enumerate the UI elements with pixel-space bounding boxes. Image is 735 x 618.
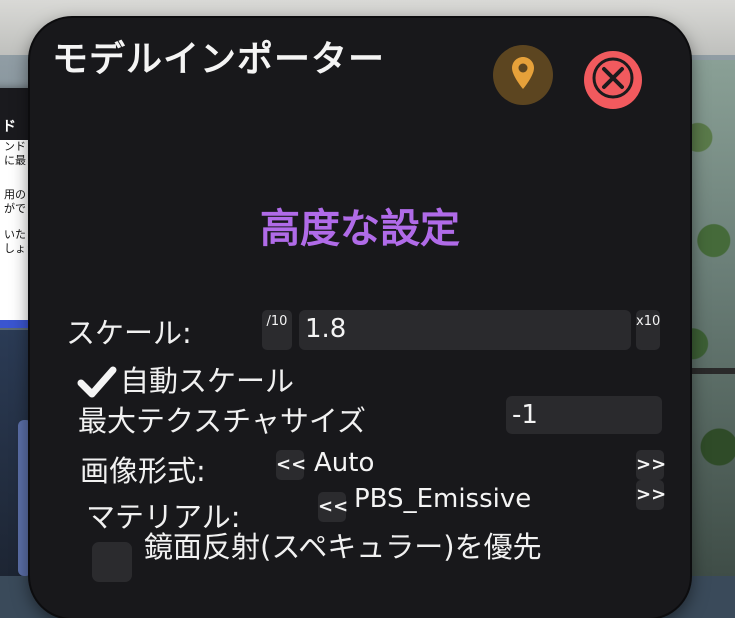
scale-input[interactable]: 1.8 [299, 310, 631, 350]
section-heading: 高度な設定 [260, 206, 460, 252]
scale-multiply-label: x10 [636, 314, 661, 329]
material-value: PBS_Emissive [354, 484, 532, 514]
image-format-value: Auto [314, 448, 375, 478]
image-format-label: 画像形式: [80, 454, 206, 488]
image-format-prev-button[interactable]: << [276, 450, 306, 480]
max-texture-label: 最大テクスチャサイズ [78, 404, 366, 438]
material-next-button[interactable]: >> [636, 480, 666, 510]
specular-checkbox[interactable] [92, 542, 132, 582]
scale-divide-button[interactable]: /10 [262, 310, 292, 350]
window-title: モデルインポーター [52, 39, 386, 80]
scale-divide-label: /10 [266, 314, 288, 329]
pin-button[interactable] [493, 45, 553, 105]
auto-scale-label: 自動スケール [120, 364, 295, 398]
material-prev-button[interactable]: << [318, 492, 348, 522]
image-format-next-button[interactable]: >> [636, 450, 666, 480]
close-icon [592, 57, 634, 103]
max-texture-input[interactable]: -1 [506, 396, 662, 434]
close-button[interactable] [584, 51, 642, 109]
background-rail [686, 368, 735, 374]
scale-label: スケール: [66, 316, 192, 350]
location-pin-icon [511, 56, 535, 94]
model-importer-panel: モデルインポーター 高度な設定 スケール: /10 1.8 x10 自動スケール… [30, 18, 690, 618]
specular-label: 鏡面反射(スペキュラー)を優先 [144, 530, 542, 564]
scale-multiply-button[interactable]: x10 [636, 310, 660, 350]
